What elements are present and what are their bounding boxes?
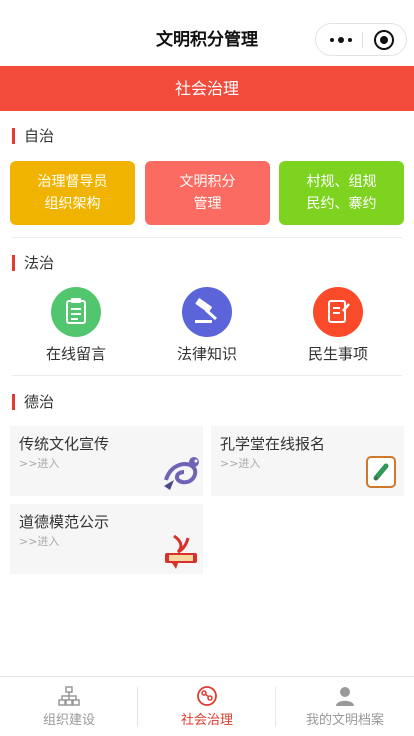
edit-document-icon (313, 287, 363, 337)
item-legal-knowledge[interactable]: 法律知识 (152, 287, 262, 364)
mini-program-capsule (315, 23, 407, 56)
gavel-icon (182, 287, 232, 337)
org-structure-icon (58, 685, 80, 707)
dragon-icon (160, 450, 204, 492)
tab-label: 组织建设 (42, 713, 95, 728)
capsule-divider (362, 32, 363, 48)
card-title: 道德模范公示 (19, 513, 110, 531)
divider (12, 237, 402, 238)
pencil-note-icon (366, 456, 396, 488)
moral-model-badge-icon (162, 532, 200, 570)
clipboard-icon (51, 287, 101, 337)
section-title-dezhi: 德治 (12, 392, 54, 412)
item-livelihood-affairs[interactable]: 民生事项 (283, 287, 393, 364)
user-profile-icon (334, 685, 356, 707)
item-label: 民生事项 (307, 345, 368, 363)
section-header: 社会治理 (0, 66, 414, 111)
tile-village-rules[interactable]: 村规、组规 民约、寨约 (279, 161, 404, 225)
tab-label: 社会治理 (180, 713, 233, 728)
section-title-zizhi: 自治 (12, 126, 54, 146)
section-title-fazhi: 法治 (12, 253, 54, 273)
tab-org-building[interactable]: 组织建设 (0, 677, 138, 736)
card-enter-link: >>进入 (19, 457, 60, 470)
item-label: 在线留言 (45, 345, 106, 363)
card-traditional-culture[interactable]: 传统文化宣传 >>进入 (10, 426, 203, 496)
divider (12, 375, 402, 376)
tab-label: 我的文明档案 (305, 713, 384, 728)
target-icon[interactable] (374, 30, 394, 50)
tab-social-governance[interactable]: 社会治理 (138, 677, 276, 736)
bottom-tab-bar: 组织建设 社会治理 我的文明档案 (0, 676, 414, 736)
more-dots-icon[interactable] (328, 24, 356, 55)
tab-my-civility-archive[interactable]: 我的文明档案 (276, 677, 414, 736)
card-enter-link: >>进入 (19, 535, 60, 548)
tile-civility-points[interactable]: 文明积分 管理 (145, 161, 270, 225)
card-title: 传统文化宣传 (19, 435, 110, 453)
item-online-message[interactable]: 在线留言 (21, 287, 131, 364)
card-enter-link: >>进入 (220, 457, 261, 470)
social-governance-icon (196, 685, 218, 707)
card-moral-models[interactable]: 道德模范公示 >>进入 (10, 504, 203, 574)
navigation-bar: 文明积分管理 (0, 0, 414, 66)
card-confucius-school[interactable]: 孔学堂在线报名 >>进入 (211, 426, 404, 496)
card-title: 孔学堂在线报名 (220, 435, 326, 453)
app-root: 文明积分管理 社会治理 自治 治理督导员 组织架构 文明积分 管理 村规、组规 … (0, 0, 414, 736)
tile-supervisor-structure[interactable]: 治理督导员 组织架构 (10, 161, 135, 225)
item-label: 法律知识 (176, 345, 237, 363)
